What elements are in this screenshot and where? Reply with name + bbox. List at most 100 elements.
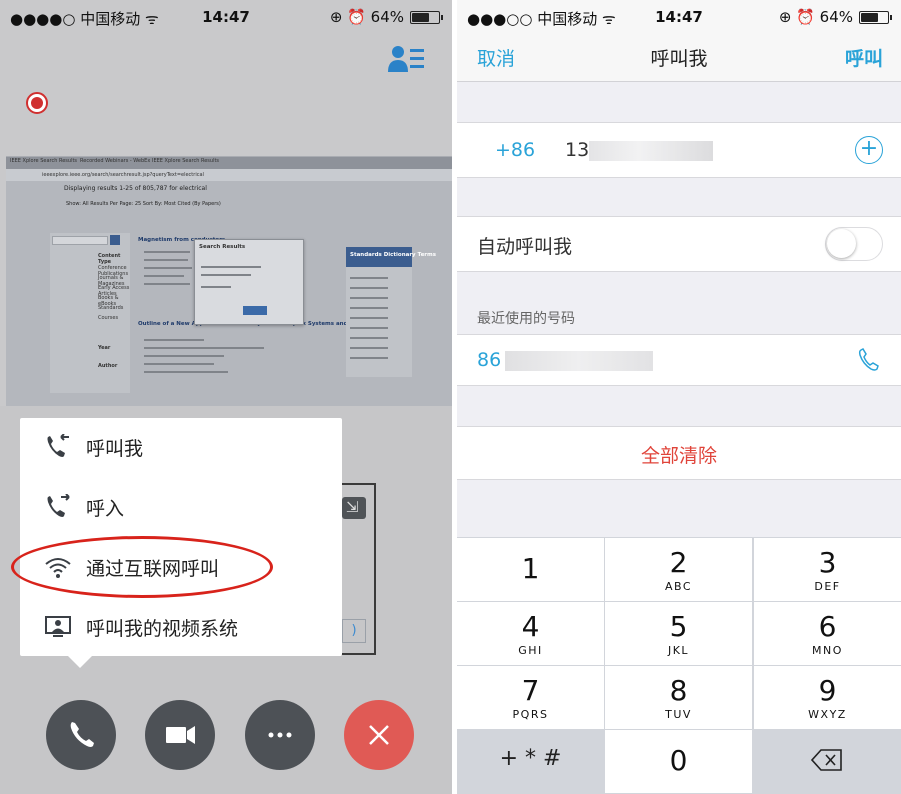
- key-digit: 8: [669, 674, 688, 707]
- menu-item-label: 呼入: [86, 498, 125, 520]
- collapse-icon[interactable]: [342, 497, 366, 519]
- battery-icon: [859, 11, 892, 24]
- call-me-icon: [47, 434, 69, 457]
- auto-call-toggle[interactable]: [825, 227, 883, 261]
- menu-item-label: 呼叫我的视频系统: [86, 618, 239, 640]
- key-5[interactable]: 5 JKL: [605, 602, 752, 665]
- browser-tab: IEEE Xplore Search Results: [10, 158, 78, 164]
- key-letters: GHI: [518, 644, 543, 657]
- battery-icon: [410, 11, 443, 24]
- key-letters: JKL: [667, 644, 690, 657]
- menu-item-video-system[interactable]: 呼叫我的视频系统: [20, 598, 342, 656]
- key-symbols[interactable]: + * #: [457, 730, 604, 793]
- call-button[interactable]: 呼叫: [845, 44, 883, 71]
- camera-icon: [166, 726, 195, 744]
- dialog-download-button: [243, 306, 267, 315]
- audio-icon: ): [342, 619, 366, 643]
- status-bar: ●●●○○ 中国移动 ᯤ 14:47 ⊕ ⏰ 64%: [457, 0, 901, 32]
- recent-numbers-header: 最近使用的号码: [477, 311, 575, 327]
- key-letters: ABC: [664, 580, 693, 593]
- key-digit: 4: [521, 610, 540, 643]
- browser-url: ieeexplore.ieee.org/search/searchresult.…: [42, 172, 204, 178]
- battery-label: ⊕ ⏰ 64%: [329, 8, 404, 26]
- key-4[interactable]: 4 GHI: [457, 602, 604, 665]
- key-3[interactable]: 3 DEF: [754, 538, 901, 601]
- shared-screen-view[interactable]: IEEE Xplore Search Results Recorded Webi…: [6, 156, 452, 406]
- page-title: 呼叫我: [650, 48, 708, 70]
- key-backspace[interactable]: [754, 730, 901, 793]
- battery-label: ⊕ ⏰ 64%: [778, 8, 853, 26]
- end-call-button[interactable]: [344, 700, 414, 770]
- key-letters: DEF: [814, 580, 841, 593]
- facet-item: Standards: [98, 305, 124, 311]
- phone-icon: [70, 722, 94, 747]
- navigation-bar: 取消 呼叫我 呼叫: [457, 32, 901, 82]
- redacted-number: [505, 351, 653, 371]
- facet-heading: Author: [98, 363, 118, 369]
- call-in-icon: [47, 494, 70, 517]
- key-digit: 7: [521, 674, 540, 707]
- key-digit: 0: [669, 744, 688, 777]
- key-6[interactable]: 6 MNO: [754, 602, 901, 665]
- key-letters: TUV: [665, 708, 692, 721]
- auto-call-label: 自动呼叫我: [477, 236, 573, 258]
- key-letters: WXYZ: [808, 708, 847, 721]
- facet-item: Courses: [98, 315, 119, 321]
- search-within-box: [52, 236, 108, 245]
- more-button[interactable]: [245, 700, 315, 770]
- key-7[interactable]: 7 PQRS: [457, 666, 604, 729]
- video-button[interactable]: [145, 700, 215, 770]
- facet-heading: Year: [98, 345, 111, 351]
- download-dialog: Search Results: [194, 239, 304, 325]
- key-digit: 3: [818, 546, 837, 579]
- highlight-annotation: [11, 536, 273, 598]
- key-digit: 6: [818, 610, 837, 643]
- browser-tab: Recorded Webinars - WebEx: [80, 158, 151, 164]
- key-9[interactable]: 9 WXYZ: [754, 666, 901, 729]
- menu-item-call-in[interactable]: 呼入: [20, 478, 342, 536]
- result-count-line: Displaying results 1-25 of 805,787 for e…: [64, 185, 207, 192]
- phone-number-prefix: 13: [565, 139, 590, 161]
- audio-button[interactable]: [46, 700, 116, 770]
- redacted-number: [589, 141, 713, 161]
- key-1[interactable]: 1: [457, 538, 604, 601]
- dialog-title: Search Results: [199, 244, 246, 250]
- standards-panel: Standards Dictionary Terms: [346, 247, 436, 377]
- dial-keypad: 1 2 ABC 3 DEF 4 GHI 5 JKL 6 MNO 7 PQRS 8…: [457, 537, 901, 794]
- clear-all-row[interactable]: 全部清除: [457, 426, 901, 480]
- key-digit: 9: [818, 674, 837, 707]
- clear-all-button[interactable]: 全部清除: [457, 441, 901, 468]
- more-icon: [268, 732, 292, 738]
- menu-item-label: 呼叫我: [86, 438, 144, 460]
- left-phone-screen: ●●●●○ 中国移动 ᯤ 14:47 ⊕ ⏰ 64% IEEE Xplore S…: [0, 0, 452, 794]
- recent-number: 86: [477, 349, 502, 371]
- right-phone-screen: ●●●○○ 中国移动 ᯤ 14:47 ⊕ ⏰ 64% 取消 呼叫我 呼叫 +86…: [457, 0, 901, 794]
- browser-tab: IEEE Xplore Search Results: [152, 158, 220, 164]
- recent-number-item[interactable]: 86: [457, 334, 901, 386]
- menu-item-call-me[interactable]: 呼叫我: [20, 418, 342, 476]
- key-2[interactable]: 2 ABC: [605, 538, 752, 601]
- facet-panel: Content Type Conference Publications Jou…: [50, 233, 130, 393]
- key-0[interactable]: 0: [605, 730, 752, 793]
- participants-list-icon[interactable]: [388, 44, 424, 74]
- add-contact-icon[interactable]: +: [855, 136, 883, 164]
- key-letters: PQRS: [512, 708, 549, 721]
- key-digit: 2: [669, 546, 688, 579]
- key-digit: 1: [521, 552, 540, 585]
- country-code-selector[interactable]: +86: [495, 139, 535, 161]
- phone-number-field[interactable]: +86 13 +: [457, 122, 901, 178]
- menu-pointer: [66, 654, 94, 668]
- auto-call-row: 自动呼叫我: [457, 216, 901, 272]
- panel-title: Standards Dictionary Terms: [350, 252, 437, 258]
- facet-heading: Content Type: [98, 253, 121, 265]
- recording-indicator-icon: [26, 92, 48, 114]
- close-icon: [369, 725, 389, 745]
- browser-page: Displaying results 1-25 of 805,787 for e…: [6, 181, 452, 406]
- key-letters: MNO: [812, 644, 843, 657]
- browser-tab-bar: IEEE Xplore Search Results Recorded Webi…: [6, 157, 452, 169]
- search-icon: [110, 235, 120, 245]
- key-digit: + * #: [499, 746, 562, 771]
- filter-line: Show: All Results Per Page: 25 Sort By: …: [66, 201, 221, 207]
- key-8[interactable]: 8 TUV: [605, 666, 752, 729]
- phone-icon[interactable]: [857, 347, 881, 373]
